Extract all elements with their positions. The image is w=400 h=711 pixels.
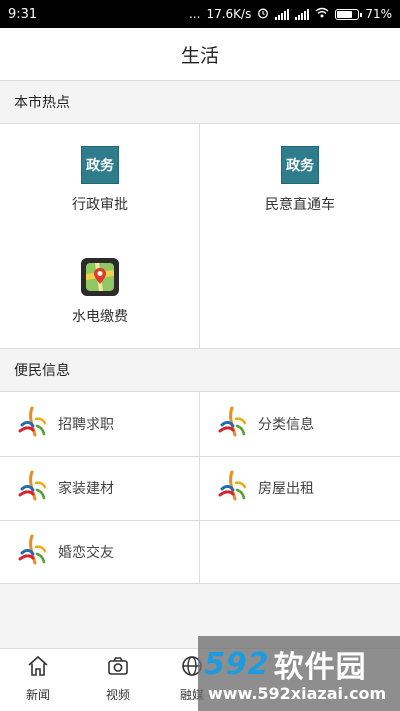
section-title-info: 便民信息 [14, 363, 70, 379]
grid-divider [199, 392, 200, 584]
page-title: 生活 [180, 44, 219, 67]
info-item-label: 婚恋交友 [58, 545, 114, 561]
info-item-label: 分类信息 [258, 417, 314, 433]
city-logo-icon [16, 469, 50, 507]
status-dots: ... [188, 7, 201, 21]
info-item-label: 房屋出租 [258, 481, 314, 497]
hot-item-public-opinion[interactable]: 政务 民意直通车 [200, 124, 400, 236]
city-logo-icon [16, 405, 50, 443]
status-icons: ... 17.6K/s 71% [189, 7, 392, 22]
grid-divider [0, 520, 400, 521]
info-item-dating[interactable]: 婚恋交友 [0, 520, 200, 584]
hot-item-label: 水电缴费 [72, 309, 128, 325]
grid-divider [0, 456, 400, 457]
hot-grid: 政务 行政审批 政务 民意直通车 水电缴费 [0, 124, 400, 348]
info-item-label: 招聘求职 [58, 417, 114, 433]
grid-divider [199, 124, 200, 348]
hot-item-admin-approval[interactable]: 政务 行政审批 [0, 124, 200, 236]
alarm-icon [257, 7, 269, 22]
watermark-logo: 592 软件园 [204, 646, 367, 686]
status-time: 9:31 [8, 6, 38, 22]
battery-icon [335, 8, 363, 20]
city-logo-icon [16, 533, 50, 571]
gov-affairs-icon: 政务 [281, 146, 319, 184]
info-item-rentals[interactable]: 房屋出租 [200, 456, 400, 520]
wifi-icon [315, 7, 329, 21]
info-item-classifieds[interactable]: 分类信息 [200, 392, 400, 456]
page-title-bar: 生活 [0, 28, 400, 80]
nav-label: 视频 [105, 688, 130, 702]
hot-item-label: 行政审批 [72, 197, 128, 213]
watermark-overlay: 592 软件园 www.592xiazai.com [198, 636, 400, 711]
info-item-label: 家装建材 [58, 481, 114, 497]
battery-percent: 71% [365, 7, 392, 21]
map-pin-icon [81, 258, 119, 296]
nav-label: 新闻 [25, 688, 50, 702]
nav-tab-video[interactable]: 视频 [88, 655, 148, 707]
info-item-home-decor[interactable]: 家装建材 [0, 456, 200, 520]
section-header-info: 便民信息 [0, 348, 400, 392]
city-logo-icon [216, 405, 250, 443]
network-speed: 17.6K/s [206, 7, 252, 21]
watermark-url: www.592xiazai.com [208, 684, 387, 703]
gov-affairs-icon: 政务 [81, 146, 119, 184]
status-bar: 9:31 ... 17.6K/s 71% [0, 0, 400, 28]
section-title-hot: 本市热点 [14, 95, 70, 111]
camera-icon [107, 655, 129, 680]
info-item-jobs[interactable]: 招聘求职 [0, 392, 200, 456]
info-grid: 招聘求职 分类信息 家装建材 房屋出租 婚恋交友 [0, 392, 400, 584]
city-logo-icon [216, 469, 250, 507]
hot-item-label: 民意直通车 [265, 197, 335, 213]
nav-tab-news[interactable]: 新闻 [8, 655, 68, 707]
signal-icon-2 [295, 8, 310, 20]
home-icon [27, 655, 49, 680]
section-header-hot: 本市热点 [0, 80, 400, 124]
signal-icon [275, 8, 290, 20]
hot-item-utility-payment[interactable]: 水电缴费 [0, 236, 200, 348]
